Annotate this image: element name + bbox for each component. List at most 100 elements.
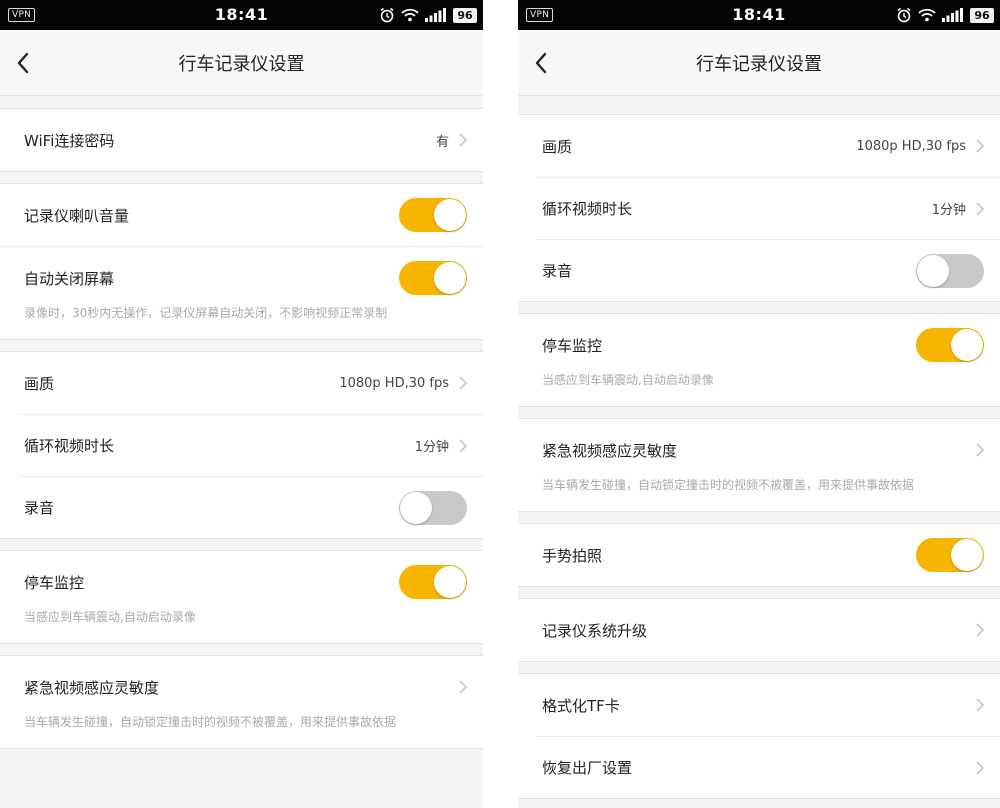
settings-group-emergency: 紧急视频感应灵敏度 当车辆发生碰撞，自动锁定撞击时的视频不被覆盖，用来提供事故依… bbox=[518, 418, 1000, 512]
parking-monitor-description: 当感应到车辆震动,自动启动录像 bbox=[542, 373, 714, 387]
chevron-right-icon bbox=[976, 201, 984, 216]
auto-screen-off-toggle[interactable] bbox=[399, 261, 467, 295]
chevron-right-icon bbox=[976, 698, 984, 712]
system-upgrade-row[interactable]: 记录仪系统升级 bbox=[536, 599, 1000, 661]
video-quality-value: 1080p HD,30 fps bbox=[856, 138, 966, 154]
loop-duration-label: 循环视频时长 bbox=[542, 200, 633, 218]
emergency-sensitivity-description: 当车辆发生碰撞，自动锁定撞击时的视频不被覆盖，用来提供事故依据 bbox=[542, 478, 915, 492]
video-quality-value: 1080p HD,30 fps bbox=[339, 375, 449, 391]
audio-recording-toggle[interactable] bbox=[916, 253, 984, 288]
loop-duration-value: 1分钟 bbox=[414, 440, 449, 455]
chevron-right-icon bbox=[976, 139, 984, 153]
wifi-password-value: 有 bbox=[435, 134, 449, 150]
toggle-knob bbox=[434, 199, 466, 231]
nav-bar: 行车记录仪设置 bbox=[0, 30, 483, 96]
auto-screen-off-row: 自动关闭屏幕 bbox=[18, 247, 483, 309]
system-upgrade-label: 记录仪系统升级 bbox=[542, 621, 648, 640]
emergency-sensitivity-row[interactable]: 紧急视频感应灵敏度 bbox=[536, 419, 1000, 481]
parking-monitor-label: 停车监控 bbox=[542, 336, 603, 355]
page-title: 行车记录仪设置 bbox=[178, 54, 305, 75]
chevron-right-icon bbox=[459, 376, 467, 390]
loop-duration-value: 1分钟 bbox=[931, 203, 966, 218]
alarm-icon bbox=[897, 7, 911, 23]
speaker-volume-row: 记录仪喇叭音量 bbox=[18, 184, 483, 246]
parking-monitor-label: 停车监控 bbox=[24, 573, 85, 592]
toggle-knob bbox=[951, 329, 983, 361]
nav-bar: 行车记录仪设置 bbox=[518, 30, 1000, 96]
audio-recording-label: 录音 bbox=[542, 262, 573, 280]
loop-duration-label: 循环视频时长 bbox=[24, 437, 115, 455]
status-bar: VPN 18:41 96 bbox=[0, 0, 483, 30]
speaker-volume-label: 记录仪喇叭音量 bbox=[24, 206, 130, 225]
loop-duration-row[interactable]: 循环视频时长 1分钟 bbox=[18, 414, 483, 476]
toggle-knob bbox=[917, 254, 949, 287]
video-quality-label: 画质 bbox=[542, 137, 573, 156]
parking-monitor-description: 当感应到车辆震动,自动启动录像 bbox=[24, 610, 196, 624]
settings-group-device: 记录仪喇叭音量 自动关闭屏幕 录像时，30秒内无操作，记录仪屏幕自动关闭，不影响… bbox=[0, 183, 483, 340]
chevron-right-icon bbox=[976, 623, 984, 637]
settings-group-parking: 停车监控 当感应到车辆震动,自动启动录像 bbox=[0, 550, 483, 644]
emergency-sensitivity-description: 当车辆发生碰撞，自动锁定撞击时的视频不被覆盖，用来提供事故依据 bbox=[24, 715, 397, 729]
audio-recording-row: 录音 bbox=[536, 239, 1000, 301]
settings-list: 画质 1080p HD,30 fps 循环视频时长 1分钟 录音 停车监控 当感… bbox=[518, 96, 1000, 808]
gesture-photo-row: 手势拍照 bbox=[536, 524, 1000, 586]
settings-group-parking: 停车监控 当感应到车辆震动,自动启动录像 bbox=[518, 313, 1000, 407]
video-quality-row[interactable]: 画质 1080p HD,30 fps bbox=[18, 352, 483, 414]
emergency-sensitivity-row[interactable]: 紧急视频感应灵敏度 bbox=[18, 656, 483, 718]
toggle-knob bbox=[434, 566, 466, 598]
settings-group-wifi: WiFi连接密码 有 bbox=[0, 108, 483, 172]
emergency-sensitivity-label: 紧急视频感应灵敏度 bbox=[24, 678, 160, 697]
alarm-icon bbox=[380, 7, 394, 23]
settings-group-video: 画质 1080p HD,30 fps 循环视频时长 1分钟 录音 bbox=[0, 351, 483, 539]
chevron-right-icon bbox=[976, 760, 984, 775]
signal-icon bbox=[942, 8, 963, 22]
wifi-icon bbox=[401, 8, 419, 22]
auto-screen-off-section: 自动关闭屏幕 录像时，30秒内无操作，记录仪屏幕自动关闭，不影响视频正常录制 bbox=[0, 246, 483, 339]
format-tf-card-row[interactable]: 格式化TF卡 bbox=[536, 674, 1000, 736]
speaker-volume-toggle[interactable] bbox=[399, 198, 467, 232]
auto-screen-off-label: 自动关闭屏幕 bbox=[24, 269, 115, 288]
status-bar: VPN 18:41 96 bbox=[518, 0, 1000, 30]
video-quality-label: 画质 bbox=[24, 374, 55, 393]
auto-screen-off-description: 录像时，30秒内无操作，记录仪屏幕自动关闭，不影响视频正常录制 bbox=[24, 306, 388, 320]
parking-monitor-row: 停车监控 bbox=[536, 314, 1000, 376]
audio-recording-label: 录音 bbox=[24, 499, 55, 517]
toggle-knob bbox=[400, 491, 432, 524]
chevron-right-icon bbox=[459, 680, 467, 694]
battery-indicator: 96 bbox=[453, 7, 477, 23]
wifi-password-row[interactable]: WiFi连接密码 有 bbox=[18, 109, 483, 171]
video-quality-row[interactable]: 画质 1080p HD,30 fps bbox=[536, 115, 1000, 177]
settings-group-emergency: 紧急视频感应灵敏度 当车辆发生碰撞，自动锁定撞击时的视频不被覆盖，用来提供事故依… bbox=[0, 655, 483, 749]
wifi-icon bbox=[918, 8, 936, 22]
audio-recording-row: 录音 bbox=[18, 476, 483, 538]
phone-screen-right: VPN 18:41 96 行车记录仪设置 画质 1080p HD,30 fps bbox=[518, 0, 1000, 808]
settings-group-video: 画质 1080p HD,30 fps 循环视频时长 1分钟 录音 bbox=[518, 114, 1000, 302]
gesture-photo-toggle[interactable] bbox=[916, 538, 984, 572]
battery-indicator: 96 bbox=[970, 7, 994, 23]
factory-reset-label: 恢复出厂设置 bbox=[542, 759, 633, 777]
parking-monitor-toggle[interactable] bbox=[399, 565, 467, 599]
chevron-right-icon bbox=[459, 438, 467, 453]
toggle-knob bbox=[434, 262, 466, 294]
phone-screen-left: VPN 18:41 96 行车记录仪设置 WiFi连接密码 有 记录仪喇叭音量 … bbox=[0, 0, 483, 808]
format-tf-card-label: 格式化TF卡 bbox=[542, 696, 620, 715]
parking-monitor-row: 停车监控 bbox=[18, 551, 483, 613]
factory-reset-row[interactable]: 恢复出厂设置 bbox=[536, 736, 1000, 798]
settings-group-storage: 格式化TF卡 恢复出厂设置 bbox=[518, 673, 1000, 799]
chevron-right-icon bbox=[976, 443, 984, 457]
wifi-password-label: WiFi连接密码 bbox=[24, 131, 115, 150]
settings-group-upgrade: 记录仪系统升级 bbox=[518, 598, 1000, 662]
signal-icon bbox=[425, 8, 446, 22]
emergency-sensitivity-label: 紧急视频感应灵敏度 bbox=[542, 441, 678, 460]
loop-duration-row[interactable]: 循环视频时长 1分钟 bbox=[536, 177, 1000, 239]
settings-list: WiFi连接密码 有 记录仪喇叭音量 自动关闭屏幕 录像时，30秒内无操作，记录… bbox=[0, 96, 483, 808]
toggle-knob bbox=[951, 539, 983, 571]
audio-recording-toggle[interactable] bbox=[399, 490, 467, 525]
system-icons: 96 bbox=[379, 6, 477, 24]
canvas: VPN 18:41 96 行车记录仪设置 WiFi连接密码 有 记录仪喇叭音量 … bbox=[0, 0, 1000, 808]
gesture-photo-label: 手势拍照 bbox=[542, 546, 603, 565]
parking-monitor-toggle[interactable] bbox=[916, 328, 984, 362]
chevron-right-icon bbox=[459, 133, 467, 147]
system-icons: 96 bbox=[896, 6, 994, 24]
page-title: 行车记录仪设置 bbox=[696, 54, 822, 75]
